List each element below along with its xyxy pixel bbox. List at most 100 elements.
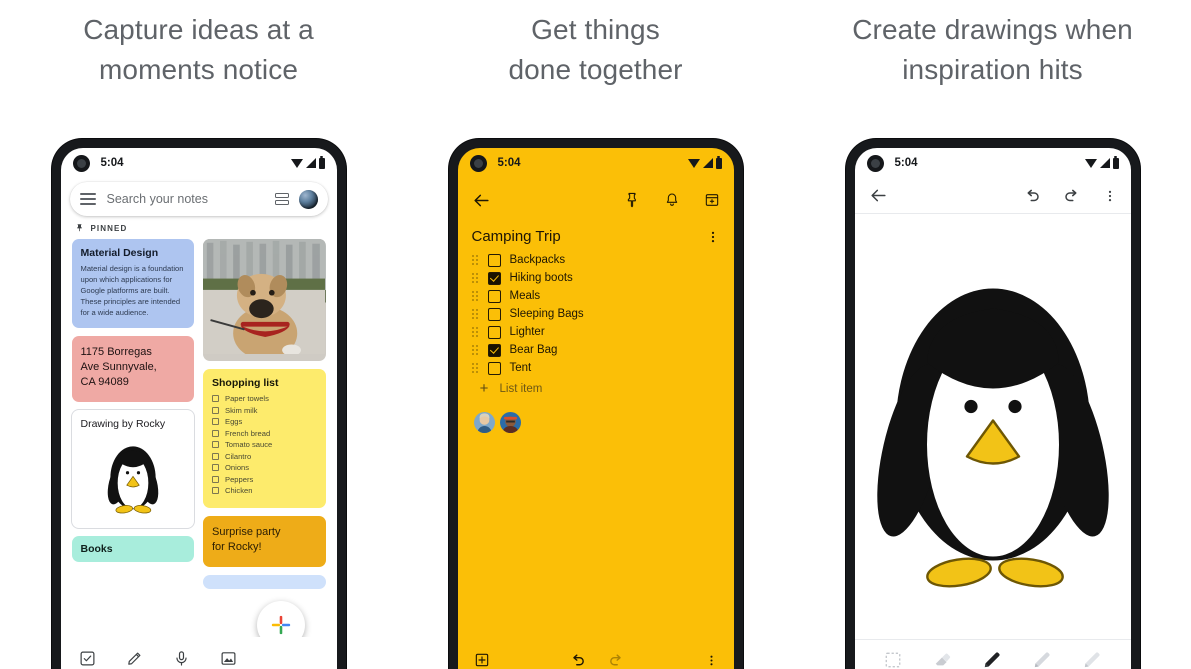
add-list-item-row[interactable]: + List item [464,377,734,400]
status-clock: 5:04 [497,157,521,169]
drawing-canvas[interactable] [855,214,1131,639]
list-item[interactable]: French bread [212,429,317,438]
list-item[interactable]: Cilantro [212,452,317,461]
drag-handle-icon[interactable] [471,290,479,302]
more-vertical-icon[interactable] [706,230,720,244]
reminder-bell-icon[interactable] [664,192,680,208]
note-card-address[interactable]: 1175 Borregas Ave Sunnyvale, CA 94089 [71,336,194,402]
collaborator-avatar-1[interactable] [473,412,495,433]
note-card-drawing-by-rocky[interactable]: Drawing by Rocky [71,409,194,528]
checkbox-icon-checked[interactable] [487,343,501,357]
checkbox-icon[interactable] [487,325,501,339]
list-item[interactable]: Chicken [212,486,317,495]
drag-handle-icon[interactable] [471,254,479,266]
note-card-material-design[interactable]: Material Design Material design is a fou… [71,239,194,328]
note-line-2: for Rocky! [212,540,262,553]
checkbox-icon[interactable] [212,487,219,494]
list-item[interactable]: Paper towels [212,394,317,403]
pinned-label: PINNED [90,223,128,233]
note-line-2: Ave Sunnyvale, [80,361,157,374]
drag-handle-icon[interactable] [471,326,479,338]
note-card-partial[interactable] [203,575,326,590]
checkbox-icon[interactable] [487,307,501,321]
drag-handle-icon[interactable] [471,308,479,320]
add-list-item-label: List item [499,382,543,395]
back-arrow-icon[interactable] [869,186,888,205]
hamburger-menu-icon[interactable] [79,193,96,205]
checklist-row[interactable]: Tent [458,359,734,377]
checklist-row[interactable]: Sleeping Bags [458,305,734,323]
redo-icon[interactable] [608,652,625,669]
undo-icon[interactable] [569,652,586,669]
checkbox-icon[interactable] [212,475,219,483]
more-vertical-icon[interactable] [705,654,718,667]
collaborator-avatar-2[interactable] [499,412,521,433]
microphone-icon[interactable] [173,650,190,667]
checkbox-icon[interactable] [487,253,501,267]
list-item-label: Skim milk [225,405,258,415]
status-clock: 5:04 [100,157,124,169]
checklist-label: Tent [509,362,532,374]
notes-grid: Material Design Material design is a fou… [61,239,337,669]
checkbox-icon[interactable] [212,452,219,460]
drag-handle-icon[interactable] [471,362,479,374]
image-icon[interactable] [220,650,237,667]
more-vertical-icon[interactable] [1103,189,1117,203]
note-body: Material design is a foundation upon whi… [80,264,184,317]
checkbox-icon[interactable] [212,395,219,402]
checkbox-icon[interactable] [487,361,501,375]
checkbox-icon[interactable] [212,441,219,448]
checkbox-icon[interactable] [212,429,219,437]
checklist-row[interactable]: Bear Bag [458,341,734,359]
pin-icon[interactable] [624,192,640,208]
checklist-row[interactable]: Backpacks [458,251,734,269]
drag-handle-icon[interactable] [471,272,479,284]
list-item[interactable]: Tomato sauce [212,440,317,449]
list-item[interactable]: Onions [212,463,317,472]
undo-icon[interactable] [1023,187,1041,205]
search-bar[interactable]: Search your notes [69,182,328,216]
drag-handle-icon[interactable] [471,344,479,356]
note-title[interactable]: Camping Trip [472,228,706,245]
list-view-toggle-icon[interactable] [274,193,289,205]
checklist-row[interactable]: Hiking boots [458,269,734,287]
wifi-icon [290,158,303,168]
archive-icon[interactable] [704,192,720,208]
checklist-row[interactable]: Lighter [458,323,734,341]
note-card-surprise-party[interactable]: Surprise party for Rocky! [203,515,326,568]
checkbox-icon[interactable] [487,289,501,303]
list-item[interactable]: Skim milk [212,406,317,415]
add-box-icon[interactable] [474,652,490,668]
tool-select[interactable] [884,651,902,669]
pencil-icon [1084,651,1100,667]
pen-draw-icon[interactable] [126,650,143,667]
back-arrow-icon[interactable] [472,191,491,210]
search-input[interactable]: Search your notes [107,192,275,206]
tool-highlighter[interactable] [1032,650,1052,669]
checklist-row[interactable]: Meals [458,287,734,305]
note-card-dog-photo[interactable] [203,239,326,361]
notes-column-left: Material Design Material design is a fou… [71,239,194,669]
panel-get-things-done: Get things done together 5:04 Camping Tr… [397,0,794,669]
checkbox-icon[interactable] [212,418,219,425]
tool-eraser[interactable] [932,650,952,669]
list-item-label: Eggs [225,417,243,426]
checkbox-icon[interactable] [212,406,219,414]
checkbox-icon[interactable] [212,464,219,471]
checkbox-list-icon[interactable] [79,650,96,667]
tool-pen[interactable] [982,650,1002,669]
panel-capture-ideas: Capture ideas at a moments notice 5:04 S… [0,0,397,669]
note-card-shopping-list[interactable]: Shopping list Paper towels Skim milk Egg… [203,369,326,508]
shopping-items: Paper towels Skim milk Eggs French bread… [212,394,317,495]
phone-3-screen: 5:04 [854,148,1131,669]
list-item[interactable]: Peppers [212,475,317,484]
checklist-label: Bear Bag [509,344,558,356]
account-avatar[interactable] [298,189,318,209]
dog-photo [203,239,326,354]
tool-pencil[interactable] [1082,650,1102,669]
add-plus-icon [271,615,290,635]
list-item[interactable]: Eggs [212,417,317,426]
redo-icon[interactable] [1063,187,1081,205]
note-card-books[interactable]: Books [71,535,194,562]
checkbox-icon-checked[interactable] [487,271,501,285]
